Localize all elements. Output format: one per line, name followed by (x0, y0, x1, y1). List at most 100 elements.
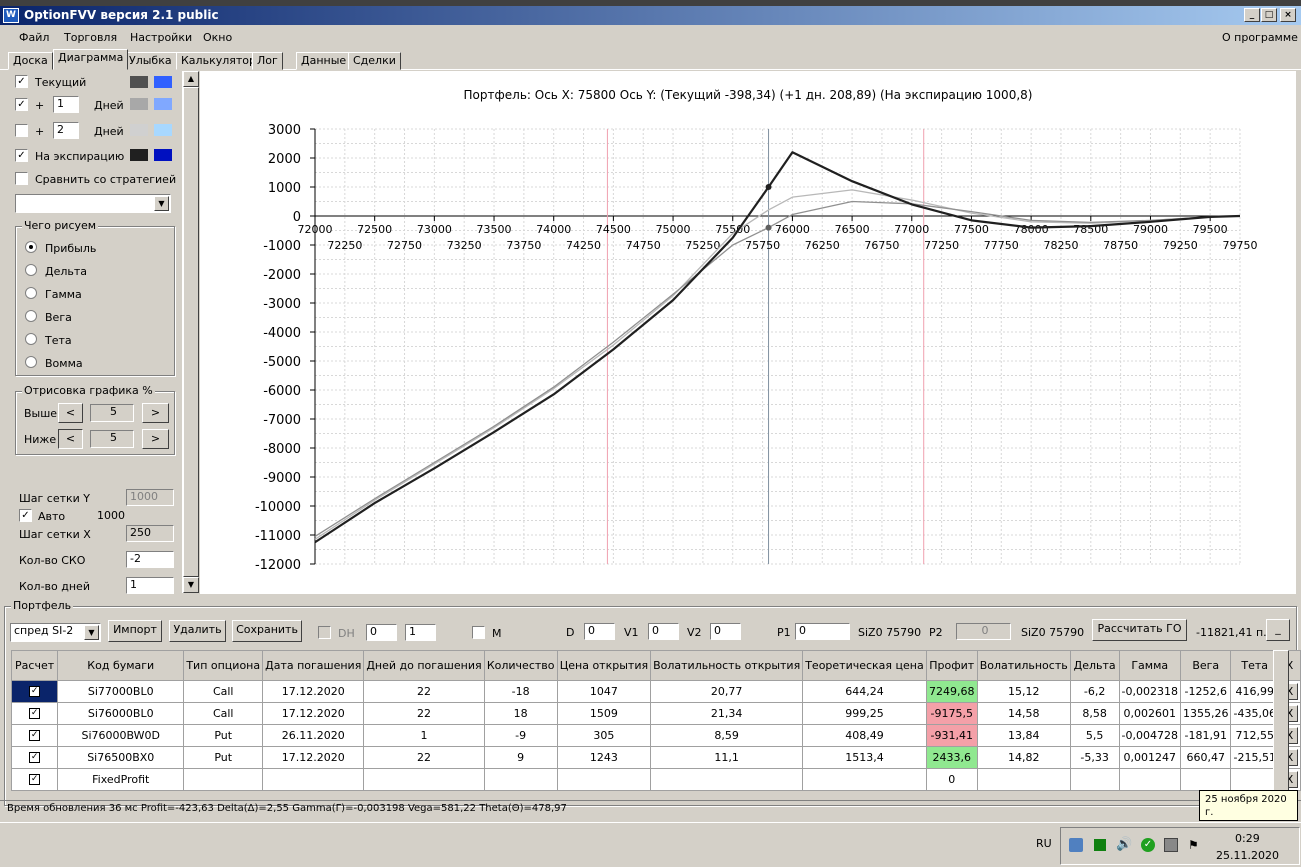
chevron-down-icon[interactable]: ▼ (84, 625, 99, 640)
current-checkbox[interactable]: ✓ (15, 75, 28, 88)
app-tray-icon[interactable] (1094, 839, 1106, 851)
close-button[interactable]: × (1280, 8, 1296, 22)
tab-diagram[interactable]: Диаграмма (53, 49, 129, 70)
above-increase-button[interactable]: > (142, 403, 169, 423)
dh-spin-1[interactable]: 0 (366, 624, 397, 641)
network-icon[interactable] (1069, 838, 1083, 852)
v1-input[interactable]: 0 (648, 623, 679, 640)
table-row[interactable]: ✓ Si76500BX0 Put 17.12.2020 22 9 1243 11,1 1513,… (10, 746, 1301, 769)
col-header[interactable]: Дата погашения (262, 650, 365, 681)
minimize-button[interactable]: _ (1244, 8, 1260, 22)
menu-about[interactable]: О программе (1222, 31, 1298, 44)
calc-cell[interactable]: ✓ (10, 746, 59, 769)
calc-checkbox[interactable]: ✓ (29, 752, 41, 763)
dh-spin-2[interactable]: 1 (405, 624, 436, 641)
current-color-swatch[interactable] (130, 76, 148, 88)
col-header[interactable]: Тип опциона (183, 650, 264, 681)
d-input[interactable]: 0 (584, 623, 615, 640)
col-header[interactable]: Количество (483, 650, 558, 681)
plus1-color-swatch-2[interactable] (154, 98, 172, 110)
radio-profit[interactable] (25, 241, 37, 253)
collapse-button[interactable]: _ (1266, 619, 1290, 641)
menu-trading[interactable]: Торговля (64, 31, 117, 44)
flag-icon[interactable]: ⚑ (1188, 838, 1199, 852)
menu-window[interactable]: Окно (203, 31, 232, 44)
calc-cell[interactable]: ✓ (10, 680, 59, 703)
scroll-down-icon[interactable]: ▼ (183, 577, 199, 593)
calc-cell[interactable]: ✓ (10, 768, 59, 791)
tab-deals[interactable]: Сделки (348, 52, 401, 70)
calc-cell[interactable]: ✓ (10, 702, 59, 725)
radio-delta[interactable] (25, 264, 37, 276)
table-scrollbar[interactable] (1273, 650, 1289, 795)
chevron-down-icon[interactable]: ▼ (154, 196, 169, 211)
strategy-compare-select[interactable] (15, 194, 171, 213)
table-scroll-thumb[interactable] (1273, 650, 1289, 795)
plus2-color-swatch-2[interactable] (154, 124, 172, 136)
table-row[interactable]: ✓ FixedProfit 0 X (10, 768, 1301, 791)
plus1-color-swatch[interactable] (130, 98, 148, 110)
col-header[interactable]: Тета (1230, 650, 1279, 681)
plus2-checkbox[interactable] (15, 124, 28, 137)
maximize-button[interactable]: □ (1261, 8, 1277, 22)
table-row[interactable]: ✓ Si76000BW0D Put 26.11.2020 1 -9 305 8,59 408,4… (10, 724, 1301, 747)
dh-checkbox[interactable] (318, 626, 331, 639)
display-icon[interactable] (1164, 838, 1178, 852)
col-header[interactable]: Волатильность (976, 650, 1071, 681)
col-header[interactable]: Дней до погашения (363, 650, 485, 681)
auto-checkbox[interactable]: ✓ (19, 509, 32, 522)
calc-checkbox[interactable]: ✓ (29, 730, 41, 741)
below-decrease-button[interactable]: < (58, 429, 83, 449)
menu-file[interactable]: Файл (19, 31, 49, 44)
sko-input[interactable]: -2 (126, 551, 174, 568)
calc-checkbox[interactable]: ✓ (29, 708, 41, 719)
plus2-color-swatch[interactable] (130, 124, 148, 136)
tab-log[interactable]: Лог (252, 52, 283, 70)
expiry-checkbox[interactable]: ✓ (15, 149, 28, 162)
calc-checkbox[interactable]: ✓ (29, 686, 41, 697)
menu-settings[interactable]: Настройки (130, 31, 192, 44)
tab-data[interactable]: Данные (296, 52, 352, 70)
p1-input[interactable]: 0 (795, 623, 850, 640)
import-button[interactable]: Импорт (108, 620, 162, 642)
left-panel-scrollbar[interactable]: ▲ ▼ (182, 71, 199, 593)
above-decrease-button[interactable]: < (58, 403, 83, 423)
col-header[interactable]: Профит (925, 650, 978, 681)
col-header[interactable]: Дельта (1069, 650, 1120, 681)
language-indicator[interactable]: RU (1036, 837, 1052, 850)
scroll-up-icon[interactable]: ▲ (183, 71, 199, 87)
tab-smile[interactable]: Улыбка (124, 52, 177, 70)
tab-calculator[interactable]: Калькулятор (176, 52, 261, 70)
days-count-input[interactable]: 1 (126, 577, 174, 594)
v2-input[interactable]: 0 (710, 623, 741, 640)
save-button[interactable]: Сохранить (232, 620, 302, 642)
col-header[interactable]: Гамма (1118, 650, 1181, 681)
plus1-checkbox[interactable]: ✓ (15, 98, 28, 111)
below-increase-button[interactable]: > (142, 429, 169, 449)
table-row[interactable]: ✓ Si77000BL0 Call 17.12.2020 22 -18 1047 20,77 6… (10, 680, 1301, 703)
col-header[interactable]: Вега (1179, 650, 1232, 681)
m-checkbox[interactable] (472, 626, 485, 639)
expiry-color-swatch[interactable] (130, 149, 148, 161)
grid-x-input[interactable]: 250 (126, 525, 174, 542)
current-color-swatch-2[interactable] (154, 76, 172, 88)
calc-go-button[interactable]: Рассчитать ГО (1092, 619, 1187, 641)
scroll-thumb[interactable] (183, 87, 199, 577)
table-row[interactable]: ✓ Si76000BL0 Call 17.12.2020 22 18 1509 21,34 99… (10, 702, 1301, 725)
expiry-color-swatch-2[interactable] (154, 149, 172, 161)
radio-gamma[interactable] (25, 287, 37, 299)
radio-vega[interactable] (25, 310, 37, 322)
tab-board[interactable]: Доска (8, 52, 53, 70)
calc-cell[interactable]: ✓ (10, 724, 59, 747)
calc-checkbox[interactable]: ✓ (29, 774, 41, 785)
delete-button[interactable]: Удалить (169, 620, 226, 642)
col-header[interactable]: Теоретическая цена (802, 650, 927, 681)
col-header[interactable]: Волатильность открытия (650, 650, 804, 681)
volume-icon[interactable]: 🔊 (1116, 837, 1132, 852)
radio-theta[interactable] (25, 333, 37, 345)
security-icon[interactable]: ✓ (1141, 838, 1155, 852)
col-header[interactable]: Расчет (10, 650, 59, 681)
radio-vomma[interactable] (25, 356, 37, 368)
col-header[interactable]: Цена открытия (556, 650, 652, 681)
compare-checkbox[interactable] (15, 172, 28, 185)
